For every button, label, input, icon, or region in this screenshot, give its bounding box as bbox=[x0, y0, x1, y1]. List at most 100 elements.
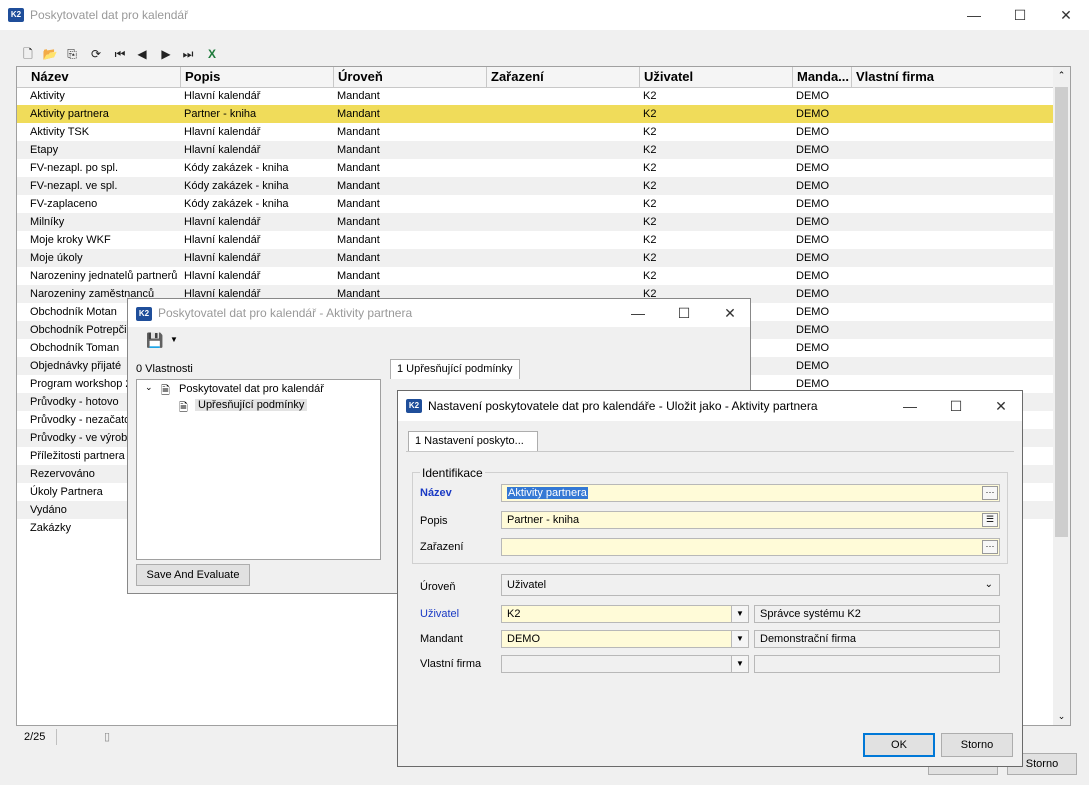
table-cell: DEMO bbox=[796, 144, 829, 156]
column-header-uroven[interactable]: Úroveň bbox=[334, 67, 487, 87]
new-icon[interactable]: 🗋 bbox=[20, 46, 36, 62]
tab-nastaveni[interactable]: 1 Nastavení poskyto... bbox=[408, 431, 538, 451]
table-row[interactable]: Aktivity Hlavní kalendář Mandant K2 DEMO bbox=[17, 87, 1054, 105]
dropdown-arrow-icon[interactable]: ▼ bbox=[731, 656, 748, 672]
table-cell: DEMO bbox=[796, 306, 829, 318]
maximize-button[interactable]: ☐ bbox=[933, 391, 979, 421]
minimize-button[interactable]: — bbox=[887, 391, 933, 421]
table-cell bbox=[852, 87, 1054, 105]
table-row[interactable]: FV-nezapl. ve spl. Kódy zakázek - kniha Ma… bbox=[17, 177, 1054, 195]
table-row[interactable]: Moje úkoly Hlavní kalendář Mandant K2 DEMO bbox=[17, 249, 1054, 267]
table-row[interactable]: Milníky Hlavní kalendář Mandant K2 DEMO bbox=[17, 213, 1054, 231]
table-row[interactable]: FV-nezapl. po spl. Kódy zakázek - kniha Ma… bbox=[17, 159, 1054, 177]
table-cell bbox=[852, 249, 1054, 267]
table-cell: Mandant bbox=[337, 234, 380, 246]
level-label: Úroveň bbox=[420, 581, 456, 593]
column-header-zarazeni[interactable]: Zařazení bbox=[487, 67, 640, 87]
table-cell: Moje úkoly bbox=[30, 252, 83, 264]
table-cell bbox=[487, 141, 640, 159]
scrollbar-thumb[interactable] bbox=[1055, 87, 1068, 537]
ok-button[interactable]: OK bbox=[863, 733, 935, 757]
table-row[interactable]: Aktivity partnera Partner - kniha Mandant K… bbox=[17, 105, 1054, 123]
main-titlebar[interactable]: K2 Poskytovatel dat pro kalendář — ☐ ✕ bbox=[0, 0, 1089, 30]
dropdown-arrow-icon[interactable]: ▼ bbox=[731, 606, 748, 622]
refresh-icon[interactable]: ⟳ bbox=[88, 46, 104, 62]
ellipsis-icon[interactable]: ··· bbox=[982, 486, 998, 500]
table-cell bbox=[852, 123, 1054, 141]
table-cell: DEMO bbox=[796, 198, 829, 210]
minimize-button[interactable]: — bbox=[951, 0, 997, 30]
company-label: Vlastní firma bbox=[420, 658, 482, 670]
close-button[interactable]: ✕ bbox=[1043, 0, 1089, 30]
grid-header: Název Popis Úroveň Zařazení Uživatel Man… bbox=[17, 67, 1054, 88]
table-row[interactable]: Narozeniny jednatelů partnerů Hlavní kale… bbox=[17, 267, 1054, 285]
column-header-popis[interactable]: Popis bbox=[181, 67, 334, 87]
settings-titlebar[interactable]: K2 Nastavení poskytovatele dat pro kalen… bbox=[398, 391, 1022, 421]
company-combo[interactable]: ▼ bbox=[501, 655, 749, 673]
table-cell bbox=[487, 195, 640, 213]
mandant-combo[interactable]: DEMO ▼ bbox=[501, 630, 749, 648]
level-select[interactable]: Uživatel ⌄ bbox=[501, 574, 1000, 596]
scroll-up-icon[interactable]: ⌃ bbox=[1053, 67, 1070, 84]
tab-upresnujici-podminky[interactable]: 1 Upřesňující podmínky bbox=[390, 359, 520, 379]
table-cell: Mandant bbox=[337, 198, 380, 210]
close-button[interactable]: ✕ bbox=[978, 391, 1024, 421]
ellipsis-icon[interactable]: ··· bbox=[982, 540, 998, 554]
save-and-evaluate-button[interactable]: Save And Evaluate bbox=[136, 564, 250, 586]
open-icon[interactable]: 📂 bbox=[42, 46, 58, 62]
column-header-uzivatel[interactable]: Uživatel bbox=[640, 67, 793, 87]
maximize-button[interactable]: ☐ bbox=[661, 299, 707, 327]
first-record-icon[interactable]: ⏮ bbox=[112, 46, 128, 62]
column-header-vlastni-firma[interactable]: Vlastní firma bbox=[852, 67, 1054, 87]
table-row[interactable]: FV-zaplaceno Kódy zakázek - kniha Mandant K… bbox=[17, 195, 1054, 213]
table-row[interactable]: Aktivity TSK Hlavní kalendář Mandant K2 DEMO bbox=[17, 123, 1054, 141]
grid-vertical-scrollbar[interactable]: ⌃ ⌄ bbox=[1053, 67, 1070, 725]
table-cell: Hlavní kalendář bbox=[184, 234, 261, 246]
table-row[interactable]: Etapy Hlavní kalendář Mandant K2 DEMO bbox=[17, 141, 1054, 159]
close-button[interactable]: ✕ bbox=[707, 299, 753, 327]
conditions-titlebar[interactable]: K2 Poskytovatel dat pro kalendář - Aktiv… bbox=[128, 299, 750, 327]
table-cell: K2 bbox=[643, 252, 657, 264]
mandant-combo-value: DEMO bbox=[507, 633, 540, 645]
tree-item-child[interactable]: Upřesňující podmínky bbox=[195, 399, 308, 411]
category-field[interactable]: ··· bbox=[501, 538, 1000, 556]
table-cell: Hlavní kalendář bbox=[184, 270, 261, 282]
table-cell: DEMO bbox=[796, 342, 829, 354]
maximize-button[interactable]: ☐ bbox=[997, 0, 1043, 30]
save-icon[interactable]: 💾 bbox=[146, 332, 163, 349]
table-cell bbox=[852, 357, 1054, 375]
scroll-down-icon[interactable]: ⌄ bbox=[1053, 708, 1070, 725]
status-note-icon: ▯ bbox=[104, 731, 111, 743]
table-cell: Narozeniny jednatelů partnerů bbox=[30, 270, 178, 282]
description-label: Popis bbox=[420, 515, 448, 527]
table-cell: K2 bbox=[643, 180, 657, 192]
table-cell: Kódy zakázek - kniha bbox=[184, 198, 289, 210]
k2-app-icon: K2 bbox=[136, 307, 152, 321]
tree-collapse-icon[interactable]: ⌄ bbox=[145, 382, 153, 393]
save-dropdown-icon[interactable]: ▼ bbox=[170, 335, 178, 344]
minimize-button[interactable]: — bbox=[615, 299, 661, 327]
table-cell: DEMO bbox=[796, 252, 829, 264]
table-cell: DEMO bbox=[796, 288, 829, 300]
last-record-icon[interactable]: ⏭ bbox=[180, 46, 196, 62]
cancel-button[interactable]: Storno bbox=[941, 733, 1013, 757]
table-cell bbox=[852, 267, 1054, 285]
tree-item-root[interactable]: Poskytovatel dat pro kalendář bbox=[179, 383, 324, 395]
copy-icon[interactable]: ⎘ bbox=[64, 46, 80, 62]
list-icon[interactable]: ☰ bbox=[982, 513, 998, 527]
user-combo[interactable]: K2 ▼ bbox=[501, 605, 749, 623]
table-cell bbox=[852, 159, 1054, 177]
dropdown-arrow-icon[interactable]: ▼ bbox=[731, 631, 748, 647]
column-header-mandant[interactable]: Manda... bbox=[793, 67, 852, 87]
tab-vlastnosti[interactable]: 0 Vlastnosti bbox=[136, 363, 193, 375]
excel-export-icon[interactable]: X bbox=[204, 46, 220, 62]
table-cell bbox=[852, 285, 1054, 303]
table-cell: Aktivity partnera bbox=[30, 108, 109, 120]
column-header-nazev[interactable]: Název bbox=[17, 67, 181, 87]
name-field[interactable]: Aktivity partnera ··· bbox=[501, 484, 1000, 502]
table-cell bbox=[487, 213, 640, 231]
prev-record-icon[interactable]: ◀ bbox=[134, 46, 150, 62]
table-row[interactable]: Moje kroky WKF Hlavní kalendář Mandant K2 DE… bbox=[17, 231, 1054, 249]
next-record-icon[interactable]: ▶ bbox=[158, 46, 174, 62]
description-field[interactable]: Partner - kniha ☰ bbox=[501, 511, 1000, 529]
